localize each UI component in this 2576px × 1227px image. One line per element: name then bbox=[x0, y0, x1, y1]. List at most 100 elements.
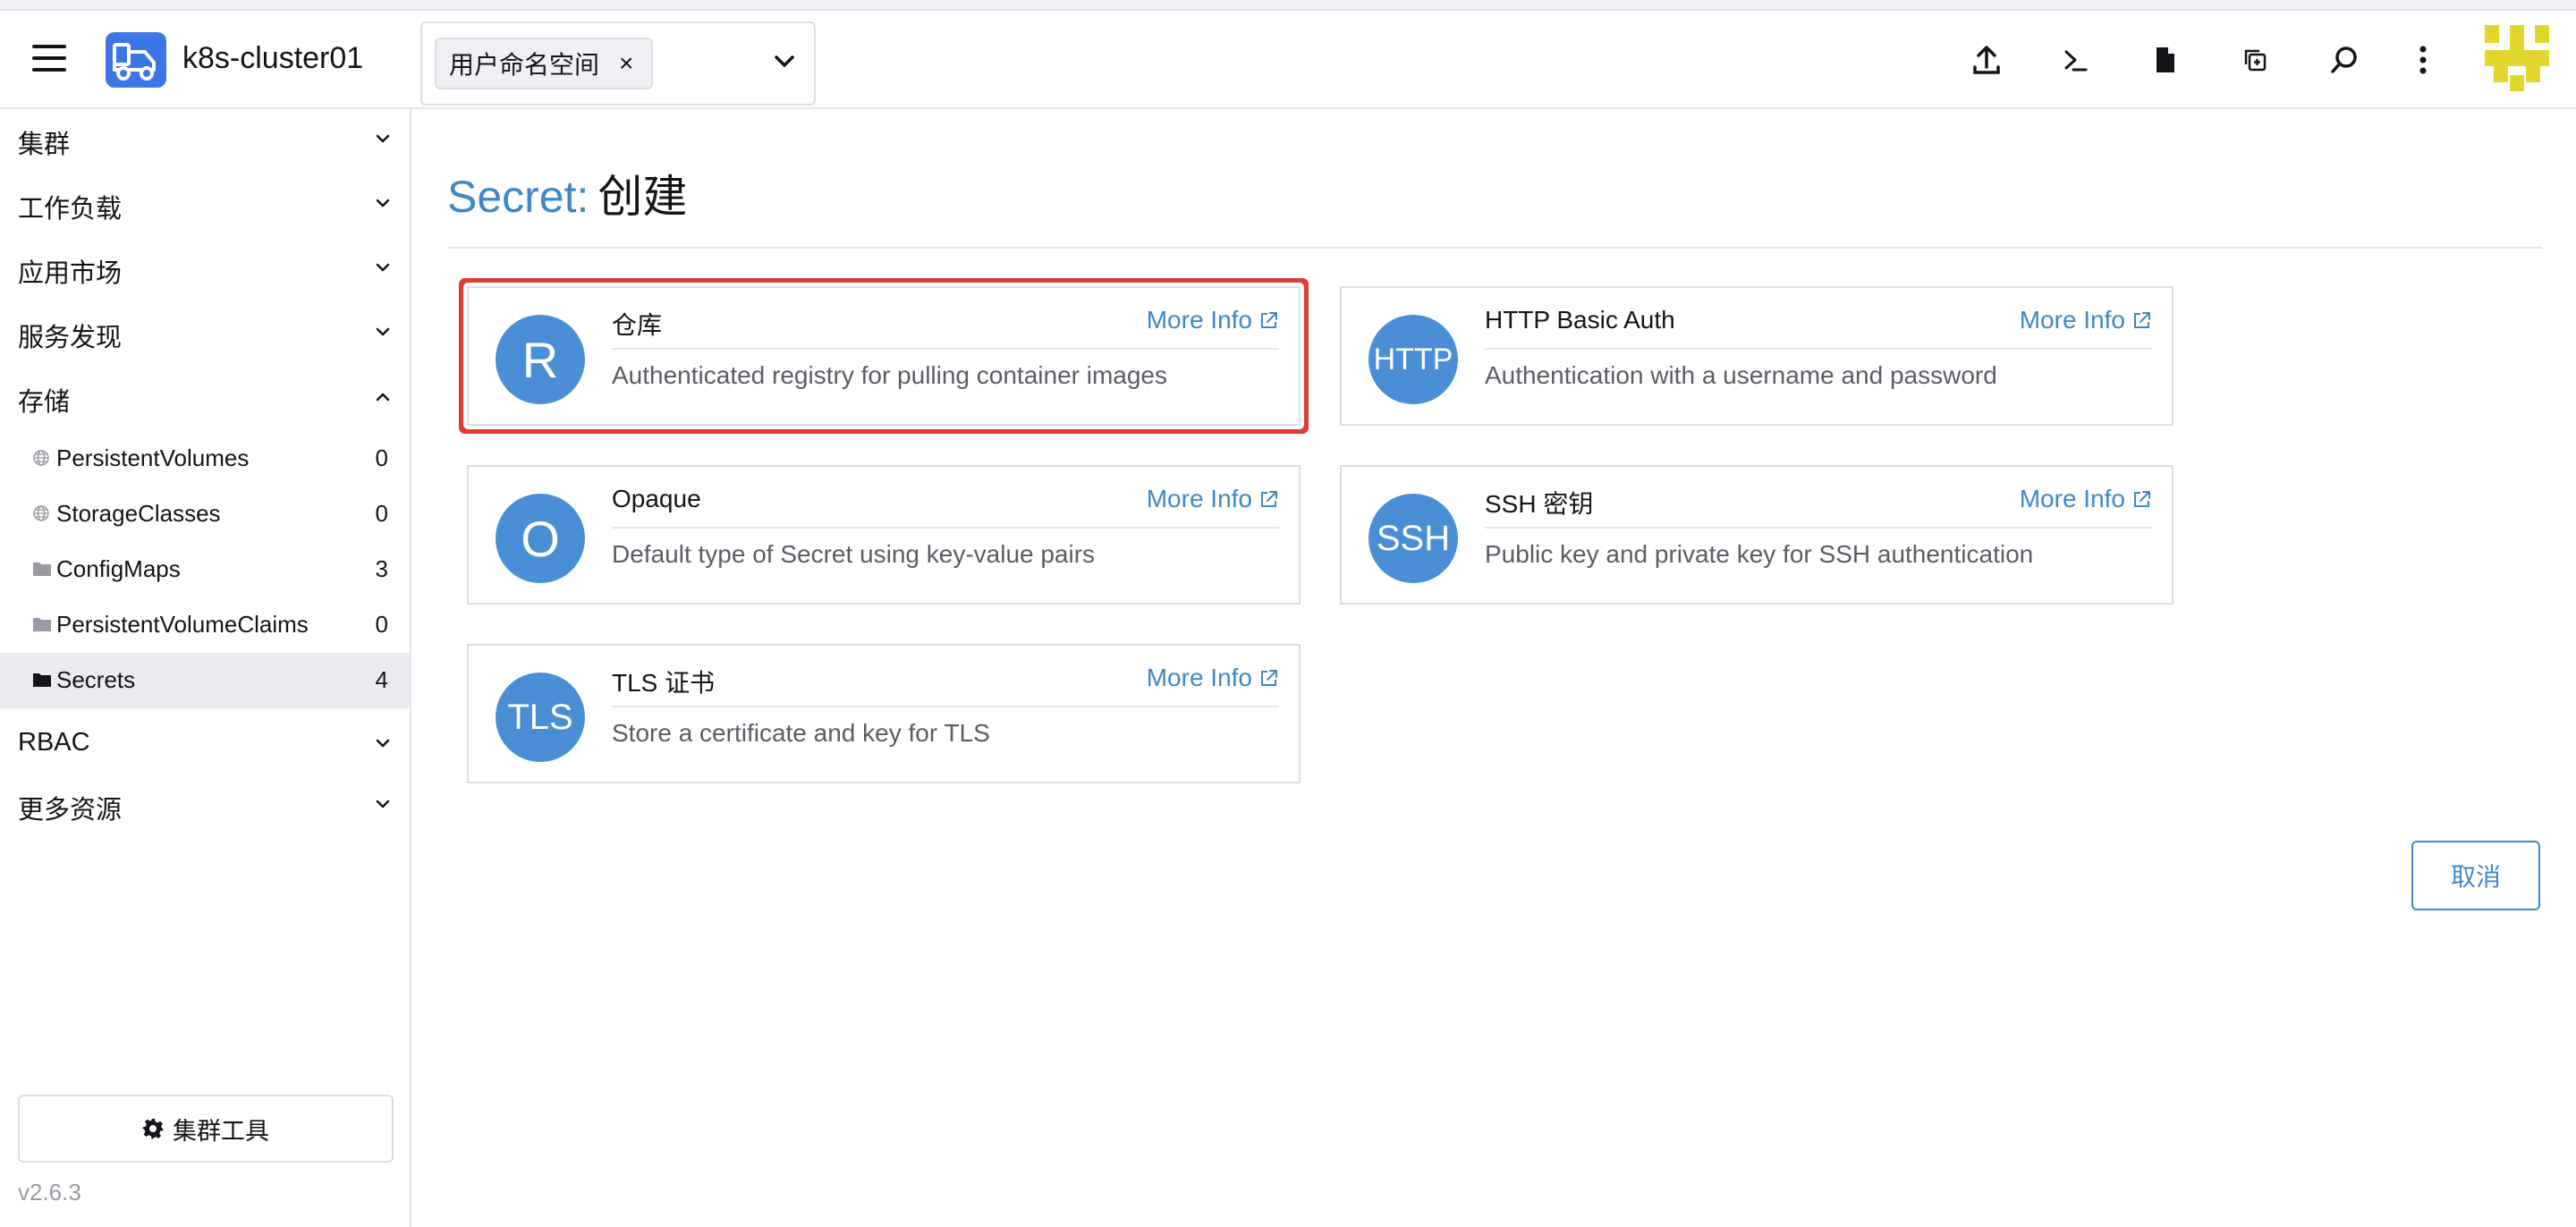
card-description: Public key and private key for SSH authe… bbox=[1485, 540, 2034, 568]
sidebar-item-count: 0 bbox=[375, 444, 388, 471]
namespace-chip-label: 用户命名空间 bbox=[449, 51, 600, 79]
globe-icon bbox=[33, 450, 49, 466]
user-avatar[interactable] bbox=[2485, 25, 2549, 91]
more-info-link[interactable]: More Info bbox=[1147, 306, 1279, 334]
sidebar-item-label: PersistentVolumes bbox=[56, 444, 250, 471]
chevron-up-icon bbox=[376, 393, 390, 402]
nav-group-label: 工作负载 bbox=[18, 195, 123, 224]
card-title: HTTP Basic Auth bbox=[1485, 306, 1675, 334]
card-divider bbox=[1485, 527, 2152, 529]
secret-type-card[interactable]: O Opaque More Info Default type of Secret u… bbox=[467, 465, 1301, 605]
more-info-label: More Info bbox=[1146, 664, 1252, 691]
chip-remove-icon[interactable]: × bbox=[619, 49, 633, 78]
nav-group-label: 集群 bbox=[18, 131, 71, 159]
nav-group-workload[interactable]: 工作负载 bbox=[0, 173, 410, 236]
more-info-link[interactable]: More Info bbox=[2020, 306, 2152, 334]
kubeconfig-file-icon[interactable] bbox=[2143, 38, 2188, 82]
sidebar: 集群工作负载应用市场服务发现存储 RBAC 更多资源 PersistentVolume… bbox=[0, 109, 411, 1227]
more-info-link[interactable]: More Info bbox=[2020, 485, 2152, 513]
nav-group-label: 应用市场 bbox=[18, 259, 123, 288]
more-info-label: More Info bbox=[2019, 485, 2125, 512]
chevron-down-icon bbox=[376, 327, 390, 336]
menu-toggle-icon[interactable] bbox=[32, 45, 66, 72]
sidebar-item-configmaps[interactable]: ConfigMaps 3 bbox=[0, 542, 410, 597]
card-title: Opaque bbox=[612, 485, 701, 512]
resource-kind-link[interactable]: Secret: bbox=[447, 172, 589, 222]
nav-group-storage[interactable]: 存储 bbox=[0, 367, 410, 429]
search-icon[interactable] bbox=[2322, 38, 2367, 82]
sidebar-item-label: StorageClasses bbox=[56, 500, 221, 527]
chevron-down-icon bbox=[376, 199, 390, 207]
folder-icon bbox=[33, 618, 51, 631]
sidebar-item-count: 0 bbox=[375, 500, 388, 527]
external-link-icon bbox=[1261, 312, 1277, 328]
external-link-icon bbox=[2134, 491, 2150, 507]
sidebar-item-label: Secrets bbox=[56, 666, 136, 693]
gear-icon bbox=[142, 1119, 164, 1139]
card-divider bbox=[612, 527, 1279, 529]
secret-type-card[interactable]: TLS TLS 证书 More Info Store a certificate an… bbox=[467, 644, 1301, 783]
chevron-down-icon bbox=[376, 263, 390, 272]
nav-group-cluster[interactable]: 集群 bbox=[0, 109, 410, 172]
more-info-label: More Info bbox=[1146, 485, 1252, 512]
card-divider bbox=[612, 706, 1279, 707]
external-link-icon bbox=[1261, 670, 1277, 686]
card-title: 仓库 bbox=[612, 311, 663, 339]
chevron-down-icon[interactable] bbox=[771, 48, 798, 75]
card-type-badge: O bbox=[496, 494, 585, 583]
cluster-name[interactable]: k8s-cluster01 bbox=[182, 41, 363, 76]
copy-kubeconfig-icon[interactable] bbox=[2233, 38, 2277, 82]
sidebar-item-label: ConfigMaps bbox=[56, 555, 181, 582]
more-info-link[interactable]: More Info bbox=[1147, 664, 1279, 692]
card-description: Store a certificate and key for TLS bbox=[612, 719, 990, 747]
namespace-filter[interactable]: 用户命名空间 × bbox=[420, 21, 816, 106]
version-label[interactable]: v2.6.3 bbox=[18, 1179, 81, 1206]
nav-group-more-resources[interactable]: 更多资源 bbox=[0, 774, 410, 837]
sidebar-item-label: PersistentVolumeClaims bbox=[56, 611, 309, 638]
card-divider bbox=[612, 348, 1279, 350]
card-type-badge: TLS bbox=[496, 673, 585, 762]
cluster-tools-button[interactable]: 集群工具 bbox=[18, 1095, 394, 1163]
external-link-icon bbox=[1261, 491, 1277, 507]
card-title: SSH 密钥 bbox=[1485, 490, 1594, 518]
folder-icon bbox=[33, 673, 51, 687]
nav-group-label: 存储 bbox=[18, 388, 71, 417]
card-type-badge: HTTP bbox=[1368, 315, 1458, 404]
card-description: Authenticated registry for pulling conta… bbox=[612, 361, 1168, 389]
page-title: Secret: 创建 bbox=[447, 161, 687, 225]
nav-group-label: RBAC bbox=[18, 728, 90, 757]
external-link-icon bbox=[2134, 312, 2150, 328]
card-description: Default type of Secret using key-value p… bbox=[612, 540, 1096, 568]
sidebar-item-storageclasses[interactable]: StorageClasses 0 bbox=[0, 487, 410, 542]
sidebar-item-persistentvolumeclaims[interactable]: PersistentVolumeClaims 0 bbox=[0, 597, 410, 653]
card-title: TLS 证书 bbox=[612, 669, 716, 697]
globe-icon bbox=[33, 505, 49, 521]
secret-type-card[interactable]: R 仓库 More Info Authenticated registry for p… bbox=[467, 286, 1301, 426]
more-info-label: More Info bbox=[2019, 306, 2125, 334]
secret-type-card[interactable]: HTTP HTTP Basic Auth More Info Authenticati… bbox=[1340, 286, 2174, 426]
sidebar-item-secrets[interactable]: Secrets 4 bbox=[0, 653, 410, 708]
import-yaml-icon[interactable] bbox=[1964, 38, 2009, 82]
sidebar-item-count: 4 bbox=[375, 666, 388, 693]
title-divider bbox=[447, 247, 2542, 249]
cancel-button[interactable]: 取消 bbox=[2411, 841, 2540, 910]
card-description: Authentication with a username and passw… bbox=[1485, 361, 1997, 389]
kubectl-shell-icon[interactable] bbox=[2054, 38, 2098, 82]
top-header: k8s-cluster01 用户命名空间 × bbox=[0, 11, 2576, 109]
card-divider bbox=[1485, 348, 2152, 350]
more-info-label: More Info bbox=[1146, 306, 1252, 334]
sidebar-item-persistentvolumes[interactable]: PersistentVolumes 0 bbox=[0, 431, 410, 487]
more-actions-icon[interactable] bbox=[2401, 38, 2445, 82]
card-type-badge: SSH bbox=[1368, 494, 1458, 583]
more-info-link[interactable]: More Info bbox=[1147, 485, 1279, 513]
sidebar-item-count: 3 bbox=[375, 555, 388, 582]
nav-group-service-discovery[interactable]: 服务发现 bbox=[0, 302, 410, 365]
nav-group-label: 更多资源 bbox=[18, 796, 123, 825]
nav-group-apps[interactable]: 应用市场 bbox=[0, 238, 410, 300]
cluster-tools-label: 集群工具 bbox=[173, 1117, 269, 1145]
nav-group-rbac[interactable]: RBAC bbox=[0, 714, 410, 776]
cluster-logo-icon[interactable] bbox=[106, 32, 166, 88]
secret-type-card[interactable]: SSH SSH 密钥 More Info Public key and private… bbox=[1340, 465, 2174, 605]
chevron-down-icon bbox=[376, 739, 390, 748]
card-type-badge: R bbox=[496, 315, 585, 404]
